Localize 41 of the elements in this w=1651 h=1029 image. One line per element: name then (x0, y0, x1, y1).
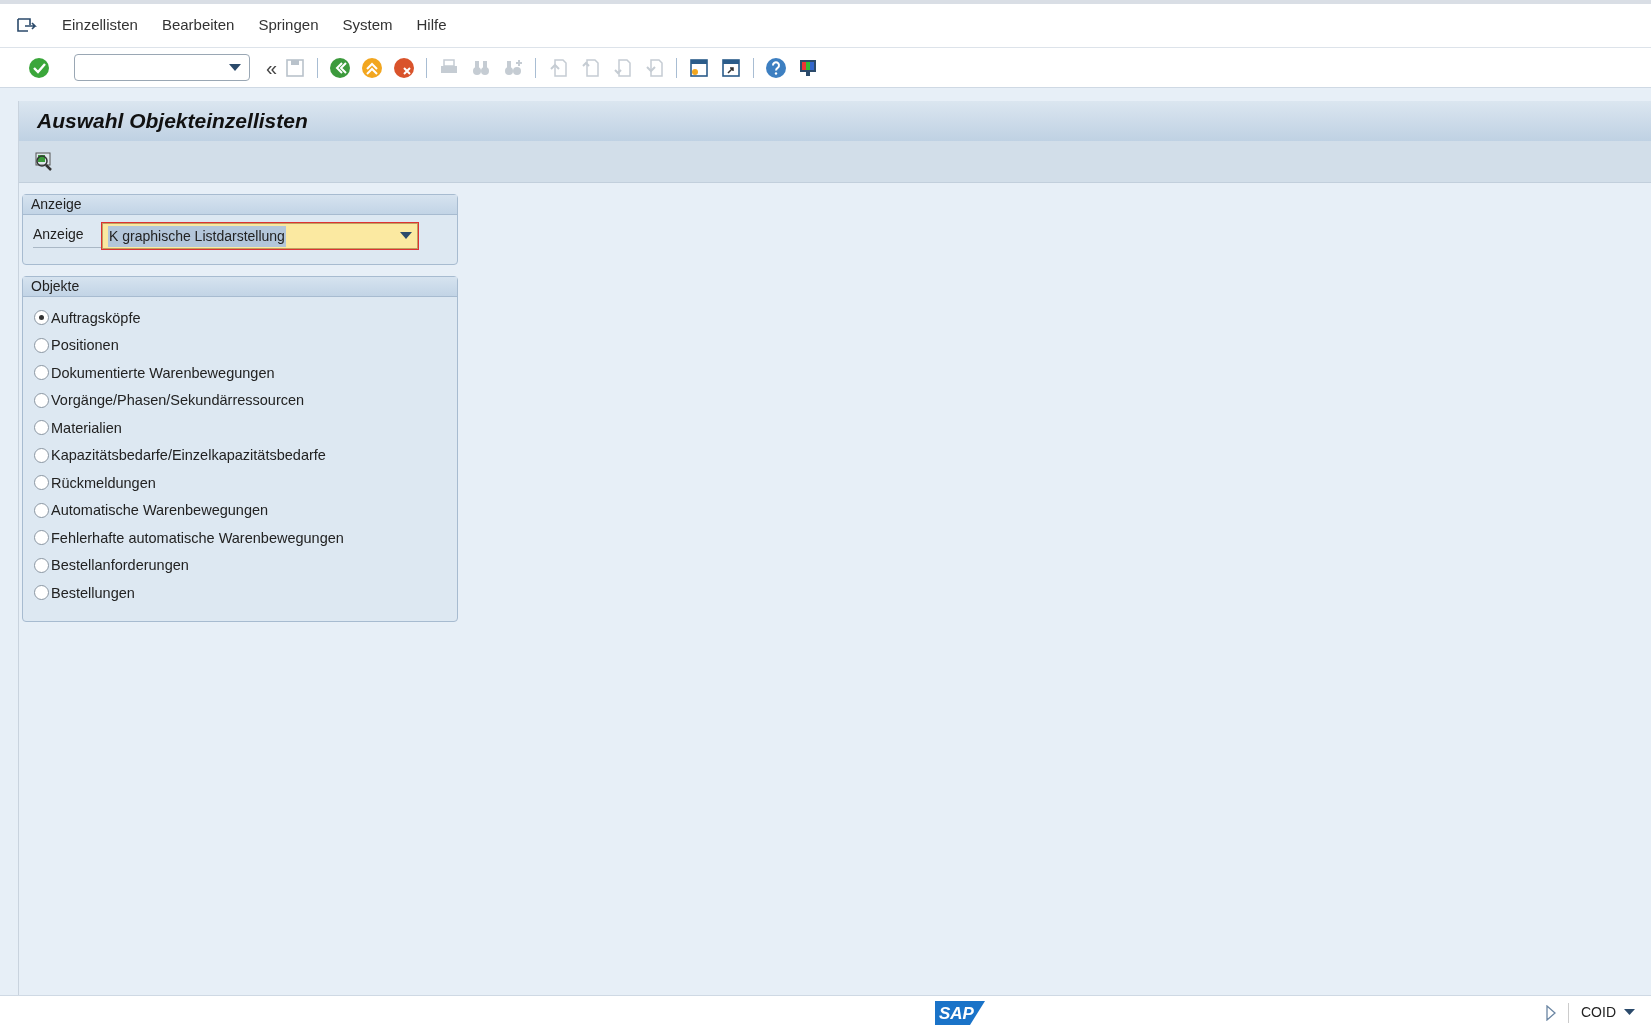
menu-item[interactable]: System (342, 14, 393, 37)
radio-button[interactable] (34, 337, 49, 353)
system-dropdown[interactable]: COID (1581, 1002, 1635, 1023)
sap-logo: SAP (935, 1001, 985, 1025)
check-icon[interactable] (28, 56, 50, 79)
radio-label[interactable]: Bestellungen (51, 585, 135, 600)
radio-label[interactable]: Fehlerhafte automatische Warenbewegungen (51, 530, 344, 545)
radio-button[interactable] (34, 420, 49, 436)
dropdown-caret-icon[interactable] (400, 232, 412, 240)
radio-label[interactable]: Bestellanforderungen (51, 558, 189, 573)
radio-label[interactable]: Kapazitätsbedarfe/Einzelkapazitätsbedarfe (51, 448, 326, 463)
expand-icon[interactable] (1546, 1004, 1556, 1021)
menu-item[interactable]: Bearbeiten (161, 14, 235, 37)
radio-button[interactable] (34, 530, 49, 546)
radio-button[interactable] (34, 502, 49, 518)
group-title: Anzeige (31, 195, 82, 214)
menu-item[interactable]: Springen (258, 14, 319, 37)
radio-button[interactable] (34, 447, 49, 463)
radio-label[interactable]: Materialien (51, 420, 122, 435)
radio-label[interactable]: Auftragsköpfe (51, 310, 141, 325)
radio-label[interactable]: Positionen (51, 338, 119, 353)
command-field[interactable] (74, 54, 250, 81)
group-title: Objekte (31, 277, 80, 296)
menu-item[interactable]: Einzellisten (62, 14, 138, 37)
radio-label[interactable]: Dokumentierte Warenbewegungen (51, 365, 275, 380)
radio-button[interactable] (34, 392, 49, 408)
dropdown-caret-icon (1624, 1009, 1635, 1016)
radio-button[interactable] (34, 585, 49, 601)
radio-button[interactable] (34, 557, 49, 573)
radio-label[interactable]: Automatische Warenbewegungen (51, 503, 269, 518)
radio-label[interactable]: Rückmeldungen (51, 475, 156, 490)
collapse-toolbar-button[interactable]: « (266, 52, 278, 83)
dropdown-caret-icon[interactable] (229, 63, 241, 72)
menu-icon[interactable] (16, 16, 38, 35)
screen-title: Auswahl Objekteinzellisten (37, 108, 308, 135)
radio-button[interactable] (34, 310, 49, 326)
radio-label[interactable]: Vorgänge/Phasen/Sekundärressourcen (51, 393, 305, 408)
radio-button[interactable] (34, 475, 49, 491)
menu-item[interactable]: Hilfe (416, 14, 447, 37)
display-dropdown[interactable]: K graphische Listdarstellung (102, 223, 418, 249)
radio-button[interactable] (34, 365, 49, 381)
